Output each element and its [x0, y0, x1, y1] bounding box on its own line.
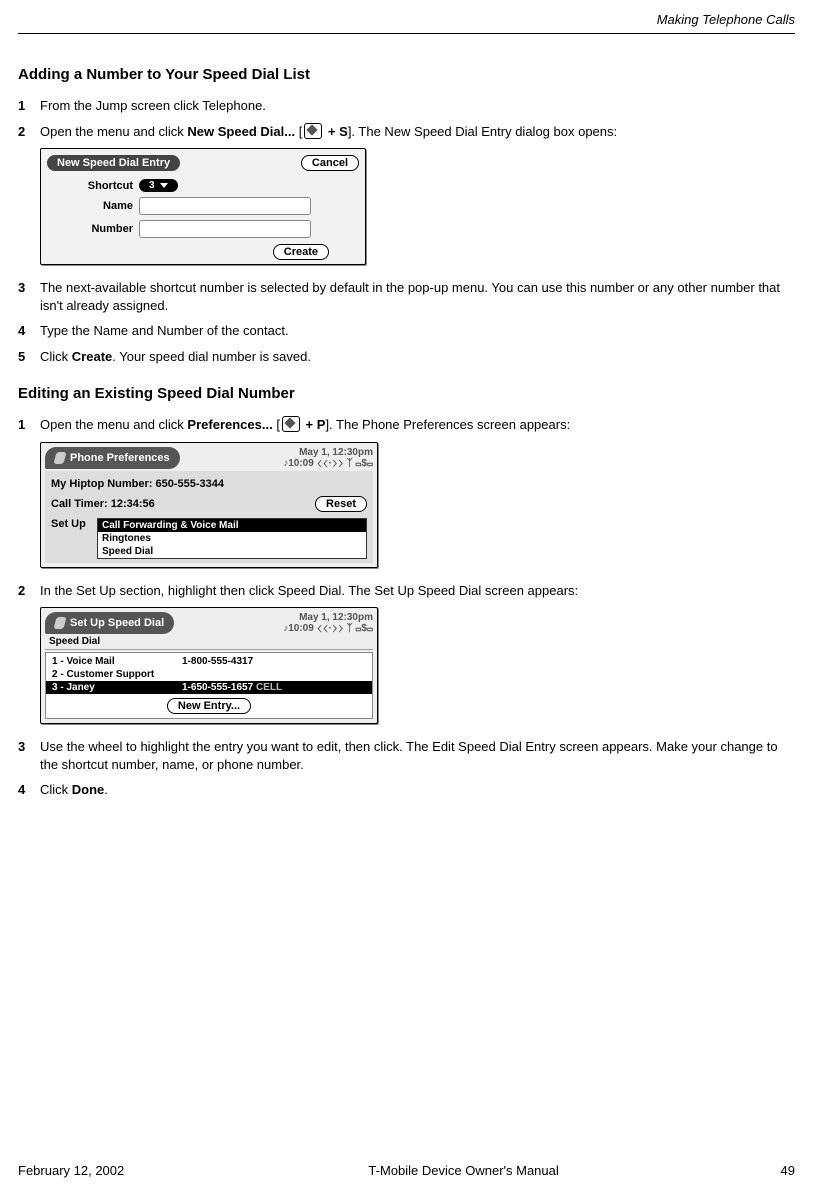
text: .: [104, 782, 108, 797]
screenshot-phone-preferences: Phone Preferences May 1, 12:30pm ♪10:09 …: [40, 442, 378, 568]
button-name: Done: [72, 782, 105, 797]
step-row: 4 Type the Name and Number of the contac…: [18, 322, 795, 340]
step-text: From the Jump screen click Telephone.: [40, 97, 795, 115]
entry-name: 3 - Janey: [52, 682, 182, 693]
step-number: 1: [18, 416, 40, 434]
footer-date: February 12, 2002: [18, 1163, 124, 1178]
status-date: May 1, 12:30pm: [283, 447, 373, 458]
footer-page: 49: [781, 1163, 795, 1178]
step-row: 2 Open the menu and click New Speed Dial…: [18, 123, 795, 141]
name-label: Name: [69, 200, 139, 212]
list-item[interactable]: Ringtones: [98, 532, 366, 545]
num-value: 1-650-555-1657: [182, 682, 253, 693]
text: Click: [40, 349, 72, 364]
menu-key-icon: [282, 416, 300, 432]
text: [: [273, 417, 280, 432]
new-entry-button[interactable]: New Entry...: [167, 698, 251, 714]
status-icons: ♪10:09 ⟨⟨·⟩⟩ ᛉ ▭$▭: [283, 623, 373, 634]
speed-dial-section-label: Speed Dial: [45, 634, 373, 650]
text: [: [295, 124, 302, 139]
list-item[interactable]: Call Forwarding & Voice Mail: [98, 519, 366, 532]
step-number: 3: [18, 738, 40, 773]
entry-number: [182, 669, 366, 680]
text: Open the menu and click: [40, 417, 187, 432]
step-text: Click Create. Your speed dial number is …: [40, 348, 795, 366]
step-row: 1 From the Jump screen click Telephone.: [18, 97, 795, 115]
entry-number: 1-800-555-4317: [182, 656, 366, 667]
screenshot-setup-speed-dial: Set Up Speed Dial May 1, 12:30pm ♪10:09 …: [40, 607, 378, 724]
step-number: 2: [18, 582, 40, 600]
list-item[interactable]: Speed Dial: [98, 545, 366, 558]
speed-dial-row[interactable]: 1 - Voice Mail 1-800-555-4317: [46, 655, 372, 668]
setup-label: Set Up: [51, 518, 97, 530]
entry-name: 2 - Customer Support: [52, 669, 182, 680]
key-combo: + P: [302, 417, 326, 432]
heading-editing: Editing an Existing Speed Dial Number: [18, 385, 795, 402]
button-name: Create: [72, 349, 112, 364]
speed-dial-row[interactable]: 2 - Customer Support: [46, 668, 372, 681]
reset-button[interactable]: Reset: [315, 496, 367, 512]
screen-title: Phone Preferences: [45, 447, 180, 469]
call-timer-label: Call Timer: 12:34:56: [51, 498, 155, 510]
dialog-title: New Speed Dial Entry: [47, 155, 180, 171]
number-input[interactable]: [139, 220, 311, 238]
create-button[interactable]: Create: [273, 244, 329, 260]
speed-dial-row-selected[interactable]: 3 - Janey 1-650-555-1657 CELL: [46, 681, 372, 694]
my-number-line: My Hiptop Number: 650-555-3344: [49, 475, 369, 493]
menu-item-name: New Speed Dial...: [187, 124, 295, 139]
step-row: 4 Click Done.: [18, 781, 795, 799]
status-bar: May 1, 12:30pm ♪10:09 ⟨⟨·⟩⟩ ᛉ ▭$▭: [283, 447, 373, 469]
entry-number: 1-650-555-1657 CELL: [182, 682, 366, 693]
step-number: 2: [18, 123, 40, 141]
step-text: Click Done.: [40, 781, 795, 799]
name-input[interactable]: [139, 197, 311, 215]
menu-key-icon: [304, 123, 322, 139]
cancel-button[interactable]: Cancel: [301, 155, 359, 171]
number-label: Number: [69, 223, 139, 235]
step-text: In the Set Up section, highlight then cl…: [40, 582, 795, 600]
shortcut-label: Shortcut: [69, 180, 139, 192]
text: ]. The New Speed Dial Entry dialog box o…: [348, 124, 617, 139]
header-rule: [18, 33, 795, 34]
shortcut-dropdown[interactable]: 3: [139, 179, 178, 192]
step-text: Open the menu and click Preferences... […: [40, 416, 795, 434]
key-combo: + S: [324, 124, 348, 139]
step-text: The next-available shortcut number is se…: [40, 279, 795, 314]
page-footer: February 12, 2002 T-Mobile Device Owner'…: [18, 1163, 795, 1178]
num-type: CELL: [256, 682, 282, 693]
text: . Your speed dial number is saved.: [112, 349, 311, 364]
screen-title: Set Up Speed Dial: [45, 612, 174, 634]
screenshot-new-speed-dial: New Speed Dial Entry Cancel Shortcut 3 N…: [40, 148, 366, 265]
step-row: 3 The next-available shortcut number is …: [18, 279, 795, 314]
step-text: Open the menu and click New Speed Dial..…: [40, 123, 795, 141]
footer-manual: T-Mobile Device Owner's Manual: [368, 1163, 558, 1178]
text: Click: [40, 782, 72, 797]
text: Open the menu and click: [40, 124, 187, 139]
step-row: 5 Click Create. Your speed dial number i…: [18, 348, 795, 366]
menu-item-name: Preferences...: [187, 417, 272, 432]
step-row: 2 In the Set Up section, highlight then …: [18, 582, 795, 600]
running-header: Making Telephone Calls: [18, 12, 795, 33]
step-number: 4: [18, 781, 40, 799]
setup-listbox[interactable]: Call Forwarding & Voice Mail Ringtones S…: [97, 518, 367, 559]
text: ]. The Phone Preferences screen appears:: [325, 417, 570, 432]
step-number: 3: [18, 279, 40, 314]
step-row: 3 Use the wheel to highlight the entry y…: [18, 738, 795, 773]
entry-name: 1 - Voice Mail: [52, 656, 182, 667]
step-number: 1: [18, 97, 40, 115]
step-row: 1 Open the menu and click Preferences...…: [18, 416, 795, 434]
step-text: Use the wheel to highlight the entry you…: [40, 738, 795, 773]
step-number: 5: [18, 348, 40, 366]
heading-adding: Adding a Number to Your Speed Dial List: [18, 66, 795, 83]
step-number: 4: [18, 322, 40, 340]
step-text: Type the Name and Number of the contact.: [40, 322, 795, 340]
status-bar: May 1, 12:30pm ♪10:09 ⟨⟨·⟩⟩ ᛉ ▭$▭: [283, 612, 373, 634]
status-date: May 1, 12:30pm: [283, 612, 373, 623]
status-icons: ♪10:09 ⟨⟨·⟩⟩ ᛉ ▭$▭: [283, 458, 373, 469]
